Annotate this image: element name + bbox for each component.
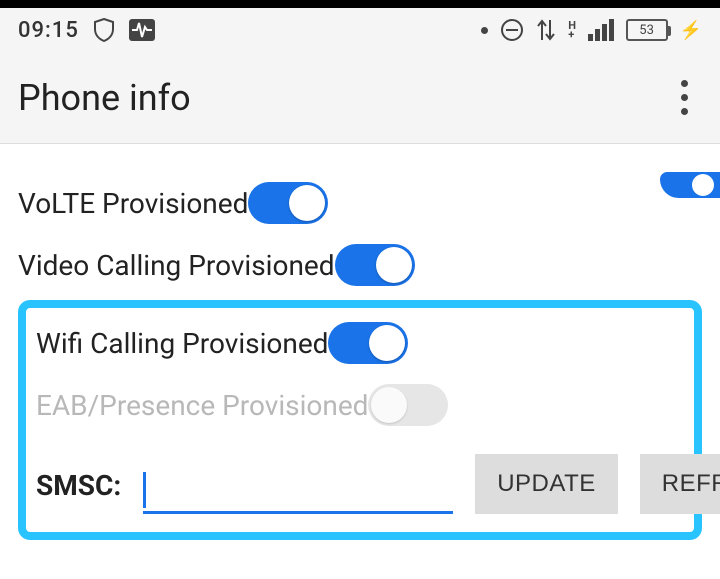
refresh-button[interactable]: REFRESH (640, 454, 720, 514)
eab-toggle[interactable] (368, 384, 448, 426)
dnd-icon (500, 18, 524, 42)
activity-icon (129, 19, 155, 41)
data-arrows-icon (536, 18, 556, 42)
smsc-input[interactable] (143, 464, 453, 514)
eab-row: EAB/Presence Provisioned (36, 374, 684, 436)
smsc-row: SMSC: UPDATE REFRESH (36, 454, 684, 514)
highlight-box: Wifi Calling Provisioned EAB/Presence Pr… (18, 300, 702, 540)
smsc-label: SMSC: (36, 469, 121, 514)
video-calling-toggle[interactable] (335, 244, 415, 286)
network-type-icon: H+ (568, 21, 575, 39)
overflow-menu-button[interactable] (667, 72, 702, 123)
status-time: 09:15 (18, 18, 79, 43)
status-bar: 09:15 H+ 53 ⚡ (0, 8, 720, 52)
volte-row: VoLTE Provisioned (18, 172, 702, 234)
video-calling-label: Video Calling Provisioned (18, 249, 335, 282)
volte-toggle[interactable] (248, 182, 328, 224)
wifi-calling-label: Wifi Calling Provisioned (36, 327, 328, 360)
page-title: Phone info (18, 77, 191, 119)
content-area: VoLTE Provisioned Video Calling Provisio… (0, 172, 720, 558)
wifi-calling-row: Wifi Calling Provisioned (36, 312, 684, 374)
top-black-bar (0, 0, 720, 8)
eab-label: EAB/Presence Provisioned (36, 389, 368, 422)
partial-toggle-peek[interactable] (660, 172, 720, 198)
battery-indicator: 53 (626, 19, 668, 41)
volte-label: VoLTE Provisioned (18, 187, 248, 220)
shield-icon (93, 18, 115, 42)
video-calling-row: Video Calling Provisioned (18, 234, 702, 296)
dot-indicator-icon (481, 27, 488, 34)
charging-icon: ⚡ (680, 20, 702, 41)
update-button[interactable]: UPDATE (475, 454, 618, 514)
signal-icon (588, 19, 614, 41)
app-bar: Phone info (0, 52, 720, 144)
wifi-calling-toggle[interactable] (328, 322, 408, 364)
